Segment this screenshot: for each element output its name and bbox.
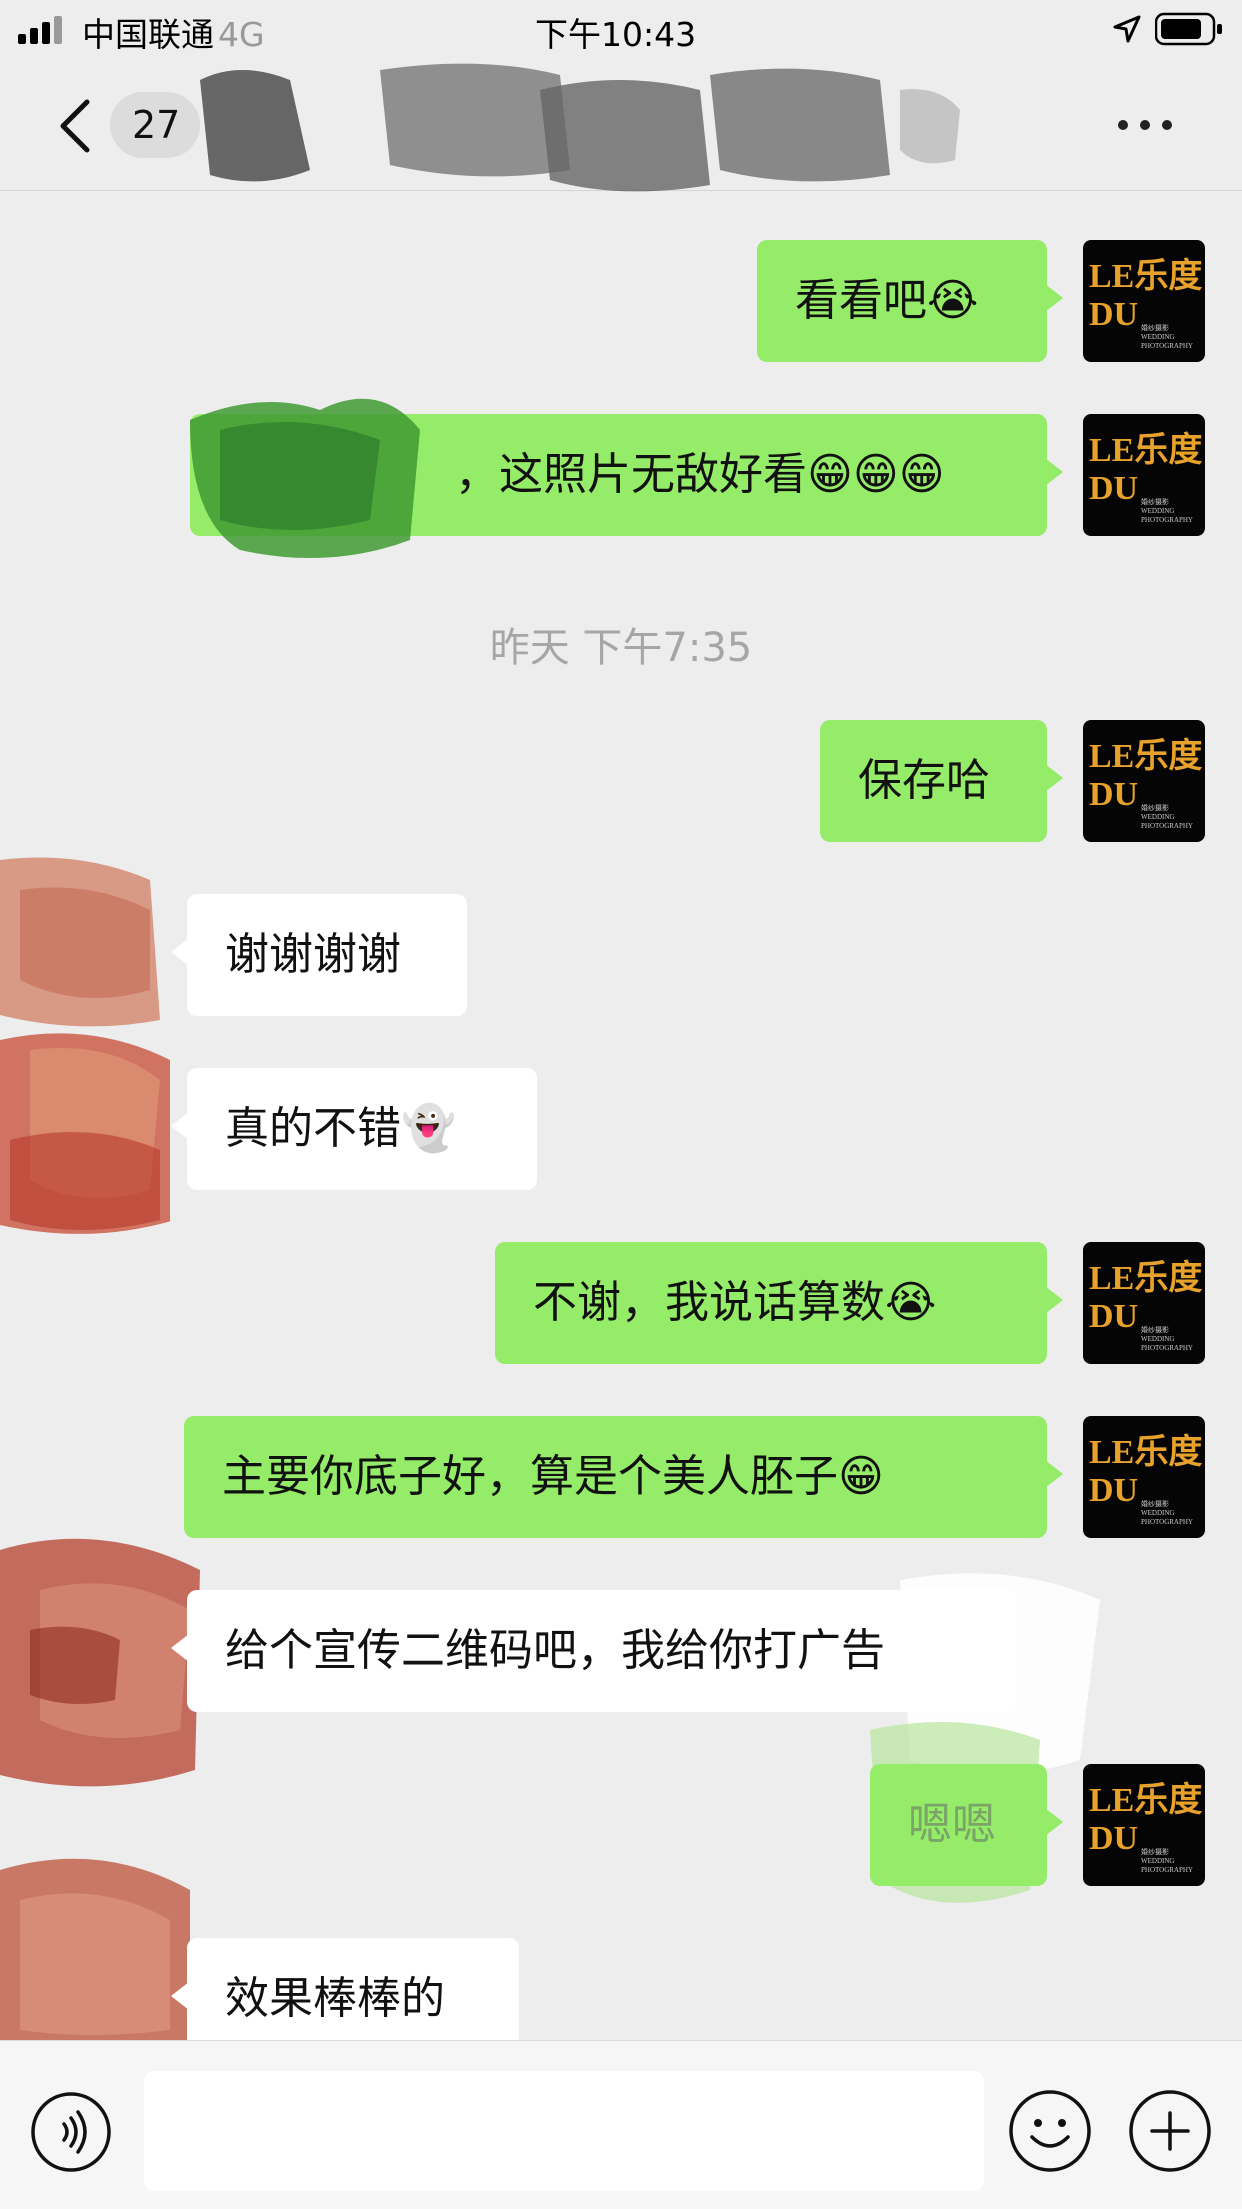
avatar-logo-subtext: 婚纱摄影 WEDDING PHOTOGRAPHY [1141,1326,1193,1352]
message-input[interactable] [144,2071,984,2191]
status-time: 下午10:43 [535,15,697,54]
message-bubble-outgoing[interactable]: 保存哈 [820,720,1063,842]
avatar-logo-text: LE乐度 DU [1089,258,1203,333]
message-emoji: 😁 [838,1451,884,1502]
contact-avatar-redacted[interactable] [0,1510,200,1800]
avatar[interactable]: LE乐度 DU 婚纱摄影 WEDDING PHOTOGRAPHY [1083,414,1205,536]
avatar-logo-subtext: 婚纱摄影 WEDDING PHOTOGRAPHY [1141,1848,1193,1874]
message-emoji: 😁😁😁 [807,449,945,500]
chat-header: 27 [0,60,1242,192]
battery-icon [1155,12,1222,46]
avatar[interactable]: LE乐度 DU 婚纱摄影 WEDDING PHOTOGRAPHY [1083,240,1205,362]
contact-avatar-redacted[interactable] [0,1840,200,2040]
message-bubble-outgoing[interactable]: 不谢，我说话算数😭 [495,1242,1063,1364]
message-text: 真的不错 [225,1103,401,1154]
message-bubble-incoming[interactable]: 真的不错👻 [171,1068,537,1190]
carrier-label: 中国联通 4G [82,8,265,56]
avatar-logo-subtext: 婚纱摄影 WEDDING PHOTOGRAPHY [1141,324,1193,350]
emoji-icon[interactable] [1008,2089,1092,2173]
avatar-logo-text: LE乐度 DU [1089,432,1203,507]
avatar[interactable]: LE乐度 DU 婚纱摄影 WEDDING PHOTOGRAPHY [1083,720,1205,842]
voice-icon[interactable] [30,2091,112,2173]
plus-icon[interactable] [1128,2089,1212,2173]
avatar-logo-text: LE乐度 DU [1089,738,1203,813]
message-bubble-incoming[interactable]: 效果棒棒的 [171,1938,519,2040]
avatar-logo-text: LE乐度 DU [1089,1260,1203,1335]
message-text: 给个宣传二维码吧，我给你打广告 [225,1625,885,1676]
avatar-logo-text: LE乐度 DU [1089,1434,1203,1509]
unread-count-badge[interactable]: 27 [110,92,200,158]
carrier-name: 中国联通 [82,15,214,54]
contact-avatar-redacted[interactable] [0,850,170,1030]
message-text: 不谢，我说话算数 [533,1277,885,1328]
message-text: ，这照片无敌好看 [455,449,807,500]
chat-timestamp: 昨天 下午7:35 [489,625,753,671]
message-bubble-outgoing[interactable]: 主要你底子好，算是个美人胚子😁 [184,1416,1063,1538]
signal-icon [18,16,68,44]
more-icon[interactable] [1115,115,1175,135]
back-icon[interactable] [55,98,95,154]
message-bubble-outgoing[interactable]: ，这照片无敌好看😁😁😁 [190,414,1063,536]
message-text: 谢谢谢谢 [225,929,401,980]
message-bubble-incoming[interactable]: 谢谢谢谢 [171,894,467,1016]
avatar-logo-subtext: 婚纱摄影 WEDDING PHOTOGRAPHY [1141,804,1193,830]
chat-input-bar [0,2040,1242,2209]
avatar-logo-subtext: 婚纱摄影 WEDDING PHOTOGRAPHY [1141,498,1193,524]
network-type: 4G [218,15,265,54]
location-icon [1113,15,1141,43]
message-emoji: 😭 [885,1277,937,1328]
contact-avatar-redacted[interactable] [0,1020,170,1250]
message-text: 嗯嗯 [908,1799,996,1850]
contact-name [200,80,1020,170]
message-emoji: 👻 [401,1103,456,1154]
message-text: 看看吧 [795,275,927,326]
message-bubble-incoming[interactable]: 给个宣传二维码吧，我给你打广告 [171,1590,1017,1712]
avatar-logo-subtext: 婚纱摄影 WEDDING PHOTOGRAPHY [1141,1500,1193,1526]
avatar[interactable]: LE乐度 DU 婚纱摄影 WEDDING PHOTOGRAPHY [1083,1242,1205,1364]
message-emoji: 😭 [927,275,979,326]
message-text: 主要你底子好，算是个美人胚子 [222,1451,838,1502]
message-text: 保存哈 [858,755,990,806]
avatar[interactable]: LE乐度 DU 婚纱摄影 WEDDING PHOTOGRAPHY [1083,1416,1205,1538]
message-text: 效果棒棒的 [225,1973,445,2024]
avatar[interactable]: LE乐度 DU 婚纱摄影 WEDDING PHOTOGRAPHY [1083,1764,1205,1886]
avatar-logo-text: LE乐度 DU [1089,1782,1203,1857]
message-bubble-outgoing[interactable]: 嗯嗯 [870,1764,1063,1886]
message-bubble-outgoing[interactable]: 看看吧😭 [757,240,1063,362]
status-bar: 中国联通 4G 下午10:43 [0,0,1242,60]
